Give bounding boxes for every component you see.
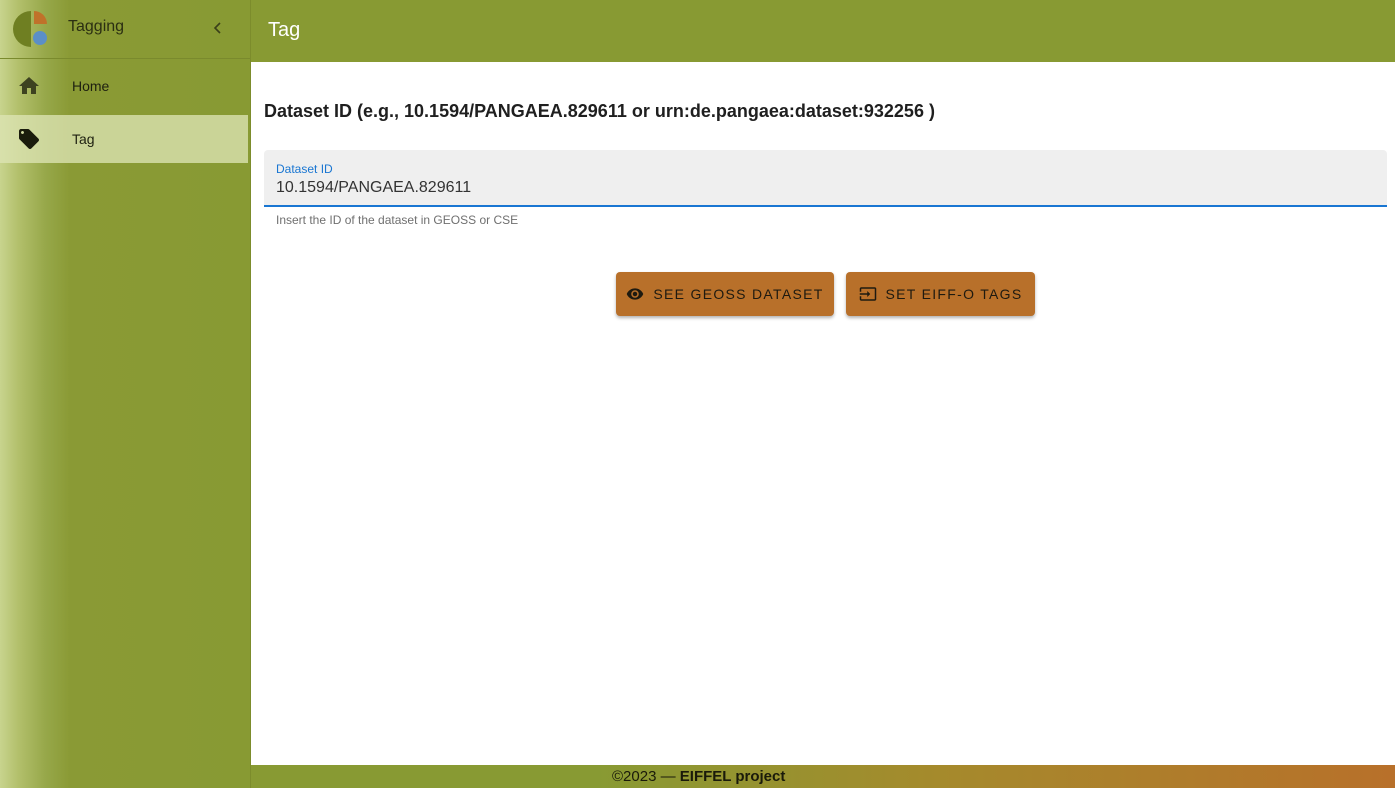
set-eiff-o-tags-label: SET EIFF-O TAGS <box>885 286 1023 302</box>
dataset-id-input[interactable] <box>276 177 1366 199</box>
collapse-sidebar-button[interactable] <box>205 15 231 41</box>
page-title: Tag <box>268 19 301 41</box>
eye-icon <box>627 288 644 300</box>
main-content: Dataset ID (e.g., 10.1594/PANGAEA.829611… <box>251 62 1395 765</box>
sidebar-item-label: Tag <box>72 131 95 147</box>
chevron-left-icon <box>213 22 221 34</box>
see-geoss-dataset-button[interactable]: SEE GEOSS DATASET <box>616 272 834 316</box>
app-title: Tagging <box>68 18 125 35</box>
dataset-id-field[interactable]: Dataset ID <box>264 150 1387 207</box>
import-icon <box>859 287 876 301</box>
sidebar-item-home[interactable]: Home <box>0 62 248 110</box>
dataset-id-hint: Insert the ID of the dataset in GEOSS or… <box>276 213 519 227</box>
footer-copyright: ©2023 — <box>612 768 680 785</box>
form-heading: Dataset ID (e.g., 10.1594/PANGAEA.829611… <box>264 101 935 121</box>
sidebar-item-tag[interactable]: Tag <box>0 115 248 163</box>
tag-icon <box>19 129 39 149</box>
home-icon <box>19 77 39 94</box>
dataset-id-label: Dataset ID <box>276 162 333 176</box>
see-geoss-dataset-label: SEE GEOSS DATASET <box>653 286 824 302</box>
sidebar-item-label: Home <box>72 78 110 94</box>
sidebar-header: Tagging <box>0 0 250 59</box>
set-eiff-o-tags-button[interactable]: SET EIFF-O TAGS <box>846 272 1035 316</box>
footer-project-name: EIFFEL project <box>679 768 786 785</box>
footer: ©2023 — EIFFEL project <box>251 765 1395 788</box>
sidebar: Tagging Home Tag <box>0 0 251 788</box>
app-logo-icon <box>13 11 47 47</box>
footer-text: ©2023 — EIFFEL project <box>612 768 785 785</box>
top-app-bar: Tag <box>251 0 1395 62</box>
